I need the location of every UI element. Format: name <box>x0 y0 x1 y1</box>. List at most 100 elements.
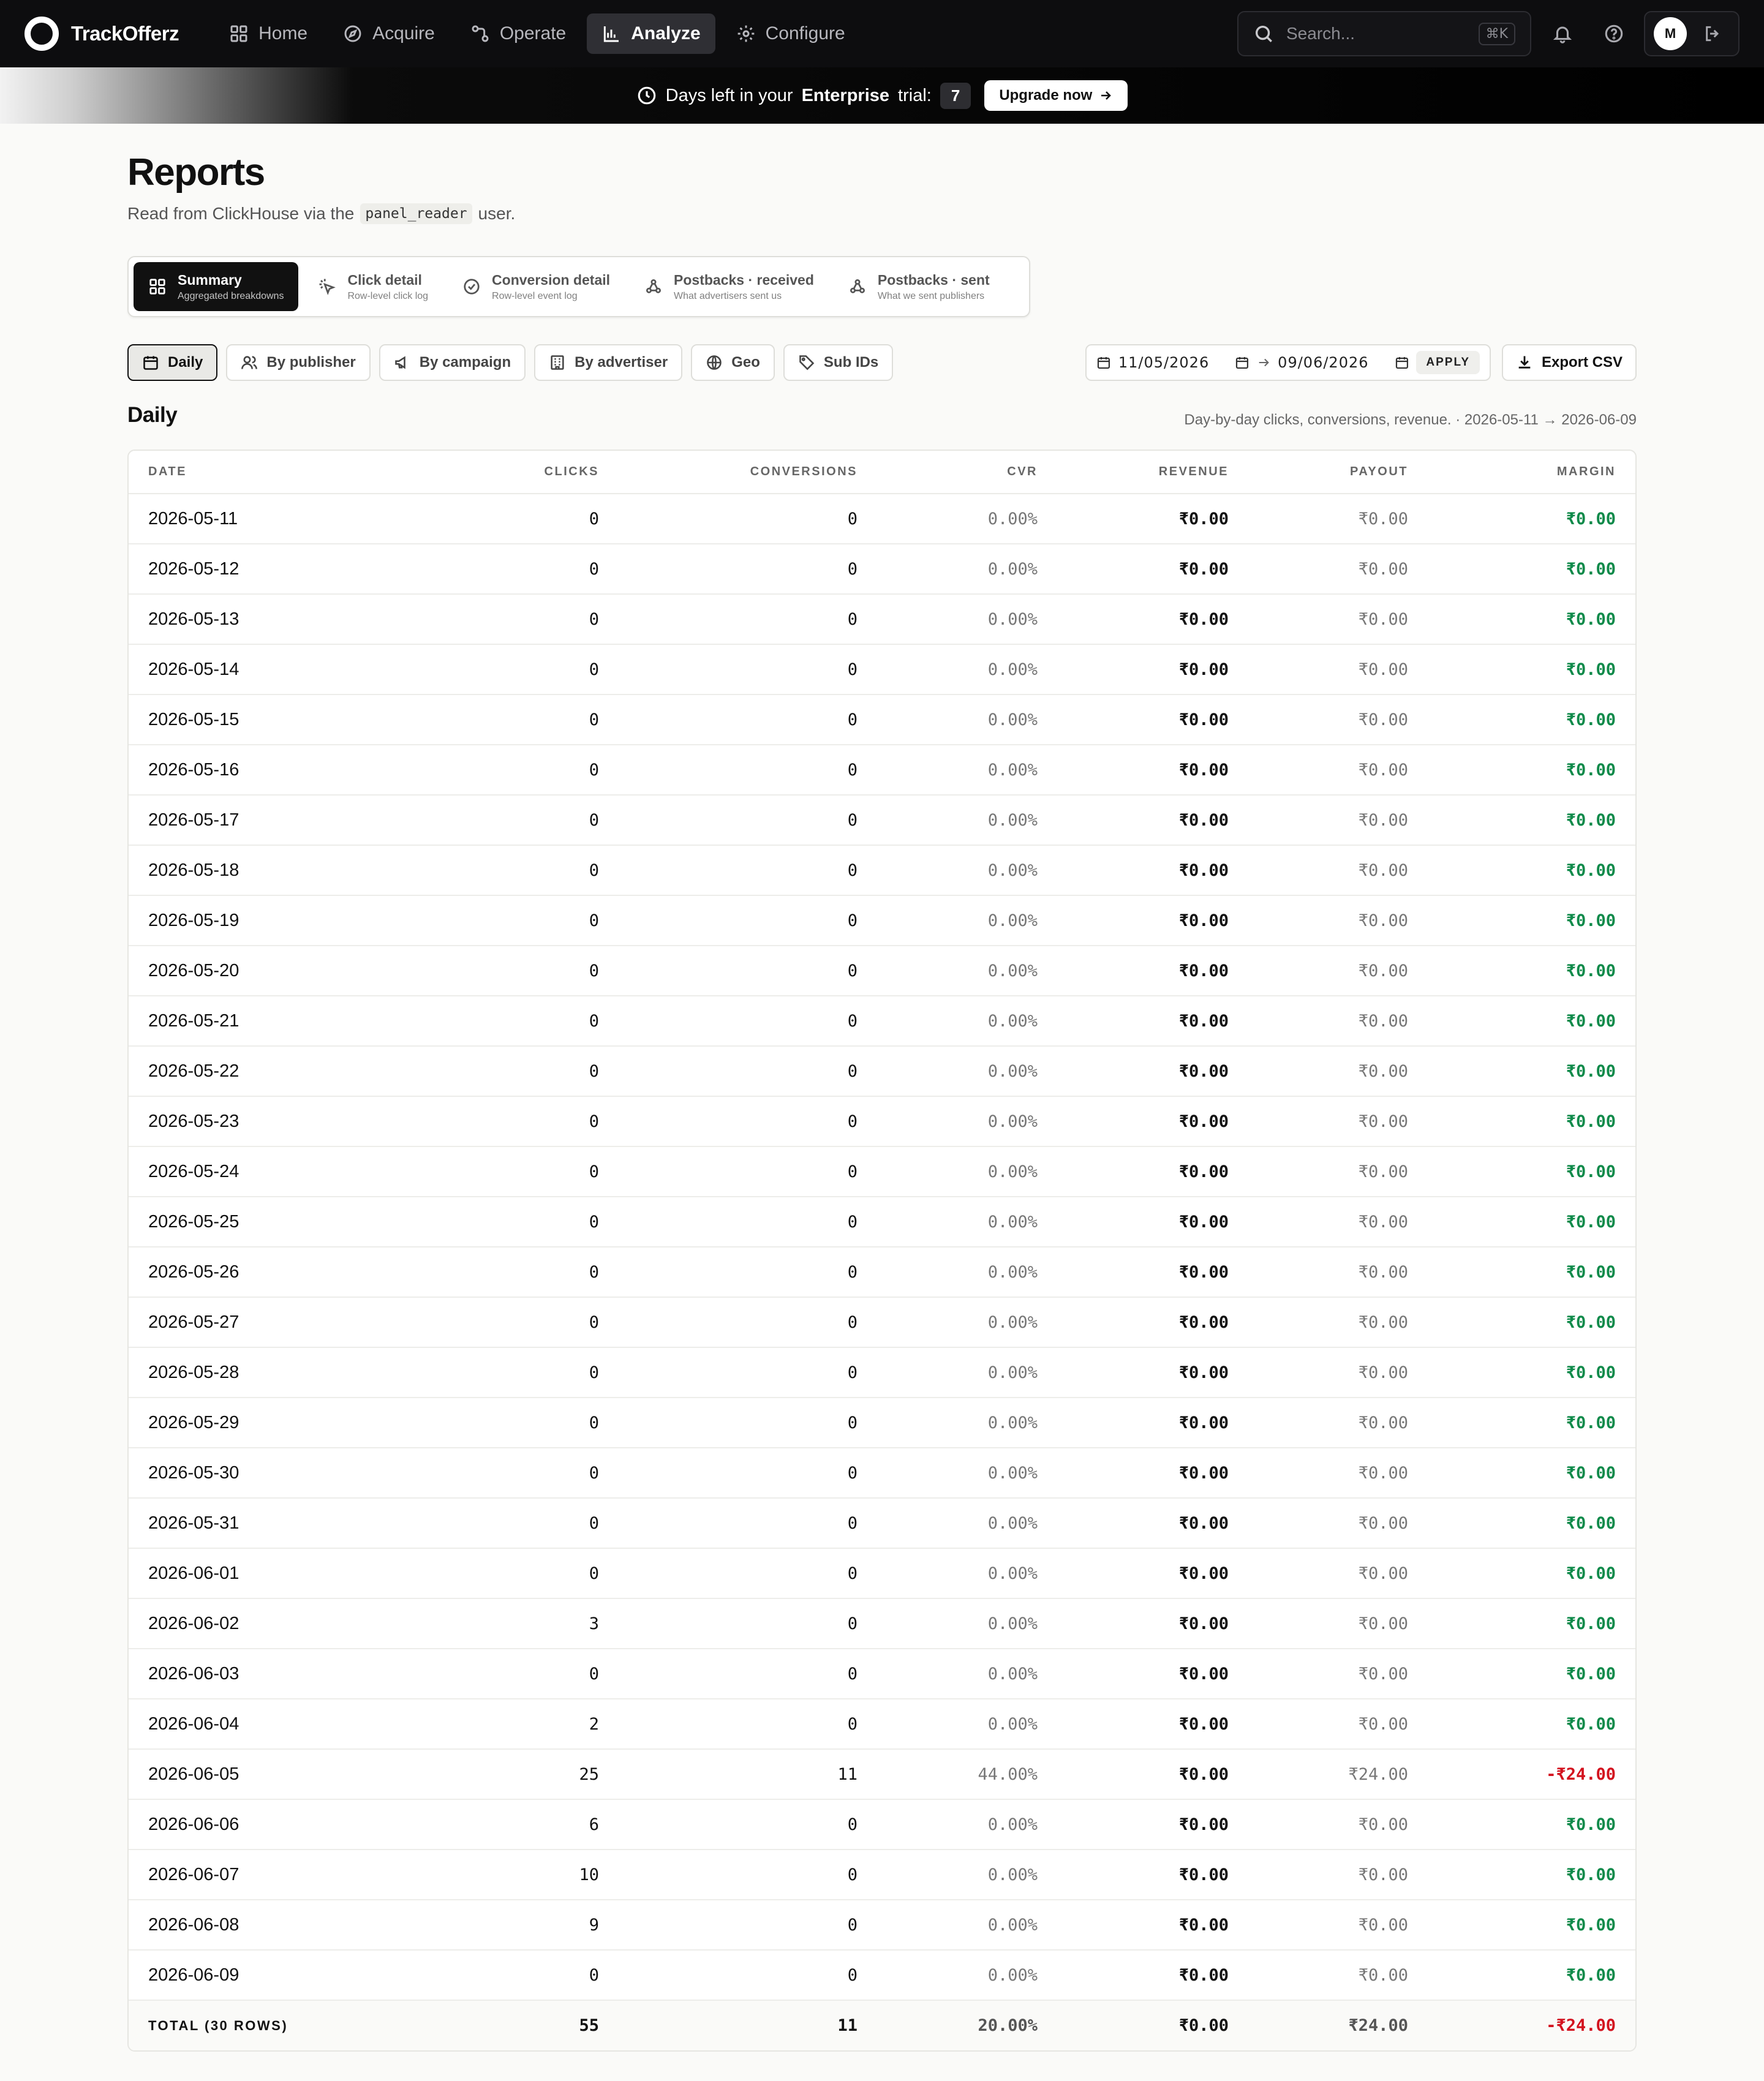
pill-by-publisher[interactable]: By publisher <box>226 344 371 381</box>
grid-icon <box>149 279 165 295</box>
cell-margin: ₹0.00 <box>1428 1900 1635 1951</box>
cell-date: 2026-06-01 <box>129 1548 374 1599</box>
table-row[interactable]: 2026-05-12 0 0 0.00% ₹0.00 ₹0.00 ₹0.00 <box>129 544 1635 595</box>
cell-date: 2026-05-25 <box>129 1197 374 1247</box>
table-row[interactable]: 2026-05-16 0 0 0.00% ₹0.00 ₹0.00 ₹0.00 <box>129 745 1635 796</box>
trial-banner: Days left in your Enterprise trial: 7 Up… <box>0 67 1764 124</box>
cell-clicks: 0 <box>374 1297 619 1348</box>
table-row[interactable]: 2026-05-24 0 0 0.00% ₹0.00 ₹0.00 ₹0.00 <box>129 1146 1635 1197</box>
cell-revenue: ₹0.00 <box>1057 946 1248 996</box>
table-row[interactable]: 2026-05-18 0 0 0.00% ₹0.00 ₹0.00 ₹0.00 <box>129 845 1635 896</box>
table-row[interactable]: 2026-05-29 0 0 0.00% ₹0.00 ₹0.00 ₹0.00 <box>129 1398 1635 1448</box>
cell-payout: ₹0.00 <box>1248 494 1428 544</box>
table-row[interactable]: 2026-05-17 0 0 0.00% ₹0.00 ₹0.00 ₹0.00 <box>129 795 1635 846</box>
cell-conversions: 0 <box>619 494 877 544</box>
table-row[interactable]: 2026-06-06 6 0 0.00% ₹0.00 ₹0.00 ₹0.00 <box>129 1799 1635 1850</box>
table-row[interactable]: 2026-05-28 0 0 0.00% ₹0.00 ₹0.00 ₹0.00 <box>129 1347 1635 1398</box>
nav-acquire[interactable]: Acquire <box>328 13 450 54</box>
total-label: TOTAL (30 ROWS) <box>129 2000 374 2050</box>
pill-by-advertiser-label: By advertiser <box>575 354 668 371</box>
table-row[interactable]: 2026-05-14 0 0 0.00% ₹0.00 ₹0.00 ₹0.00 <box>129 644 1635 695</box>
nav-configure[interactable]: Configure <box>722 13 860 54</box>
search-input[interactable]: Search... ⌘K <box>1237 11 1531 56</box>
column-header-conversions[interactable]: Conversions <box>619 451 877 494</box>
column-header-payout[interactable]: Payout <box>1248 451 1428 494</box>
pill-by-advertiser[interactable]: By advertiser <box>534 344 683 381</box>
cell-revenue: ₹0.00 <box>1057 1598 1248 1649</box>
calendar-picker-icon[interactable] <box>1235 355 1250 371</box>
cell-margin: ₹0.00 <box>1428 946 1635 996</box>
column-header-clicks[interactable]: Clicks <box>374 451 619 494</box>
cell-cvr: 44.00% <box>877 1749 1057 1800</box>
column-header-date[interactable]: Date <box>129 451 374 494</box>
tab-click-detail-desc: Row-level click log <box>347 290 429 301</box>
table-row[interactable]: 2026-05-23 0 0 0.00% ₹0.00 ₹0.00 ₹0.00 <box>129 1096 1635 1147</box>
table-row[interactable]: 2026-06-03 0 0 0.00% ₹0.00 ₹0.00 ₹0.00 <box>129 1649 1635 1699</box>
pill-by-campaign[interactable]: By campaign <box>379 344 526 381</box>
table-row[interactable]: 2026-05-11 0 0 0.00% ₹0.00 ₹0.00 ₹0.00 <box>129 494 1635 544</box>
nav-analyze[interactable]: Analyze <box>587 13 715 54</box>
table-row[interactable]: 2026-05-30 0 0 0.00% ₹0.00 ₹0.00 ₹0.00 <box>129 1448 1635 1499</box>
table-row[interactable]: 2026-06-02 3 0 0.00% ₹0.00 ₹0.00 ₹0.00 <box>129 1598 1635 1649</box>
cell-revenue: ₹0.00 <box>1057 845 1248 896</box>
cell-margin: ₹0.00 <box>1428 1850 1635 1900</box>
table-row[interactable]: 2026-05-15 0 0 0.00% ₹0.00 ₹0.00 ₹0.00 <box>129 694 1635 745</box>
cell-payout: ₹0.00 <box>1248 1699 1428 1750</box>
calendar-picker-icon[interactable] <box>1395 355 1409 371</box>
table-row[interactable]: 2026-06-05 25 11 44.00% ₹0.00 ₹24.00 -₹24.00 <box>129 1749 1635 1800</box>
tab-postbacks-sent[interactable]: Postbacks · sent What we sent publishers <box>834 262 1005 311</box>
pill-sub-ids[interactable]: Sub IDs <box>783 344 894 381</box>
table-row[interactable]: 2026-06-07 10 0 0.00% ₹0.00 ₹0.00 ₹0.00 <box>129 1850 1635 1900</box>
table-row[interactable]: 2026-06-09 0 0 0.00% ₹0.00 ₹0.00 ₹0.00 <box>129 1950 1635 2001</box>
table-row[interactable]: 2026-05-22 0 0 0.00% ₹0.00 ₹0.00 ₹0.00 <box>129 1046 1635 1097</box>
cell-margin: ₹0.00 <box>1428 1699 1635 1750</box>
tab-summary[interactable]: Summary Aggregated breakdowns <box>134 262 299 311</box>
table-row[interactable]: 2026-05-25 0 0 0.00% ₹0.00 ₹0.00 ₹0.00 <box>129 1197 1635 1247</box>
date-to-input[interactable]: 09/06/2026 <box>1278 354 1368 371</box>
cell-clicks: 0 <box>374 594 619 645</box>
column-header-margin[interactable]: Margin <box>1428 451 1635 494</box>
clock-icon <box>638 86 655 105</box>
column-header-cvr[interactable]: CVR <box>877 451 1057 494</box>
table-row[interactable]: 2026-05-27 0 0 0.00% ₹0.00 ₹0.00 ₹0.00 <box>129 1297 1635 1348</box>
cell-payout: ₹0.00 <box>1248 644 1428 695</box>
table-row[interactable]: 2026-06-01 0 0 0.00% ₹0.00 ₹0.00 ₹0.00 <box>129 1548 1635 1599</box>
tab-postbacks-sent-desc: What we sent publishers <box>877 290 985 301</box>
webhook-icon <box>646 279 662 293</box>
tab-postbacks-received[interactable]: Postbacks · received What advertisers se… <box>630 262 829 311</box>
avatar[interactable]: M <box>1654 17 1687 50</box>
user-menu[interactable]: M <box>1644 11 1740 56</box>
cell-cvr: 0.00% <box>877 795 1057 846</box>
brand[interactable]: TrackOfferz <box>24 17 179 51</box>
cell-cvr: 0.00% <box>877 544 1057 595</box>
column-header-revenue[interactable]: Revenue <box>1057 451 1248 494</box>
export-csv-button[interactable]: Export CSV <box>1502 344 1637 381</box>
apply-button[interactable]: APPLY <box>1416 351 1480 374</box>
cell-date: 2026-06-06 <box>129 1799 374 1850</box>
table-row[interactable]: 2026-05-19 0 0 0.00% ₹0.00 ₹0.00 ₹0.00 <box>129 895 1635 946</box>
notifications-button[interactable] <box>1547 18 1578 49</box>
date-from-input[interactable]: 11/05/2026 <box>1118 354 1209 371</box>
table-row[interactable]: 2026-05-21 0 0 0.00% ₹0.00 ₹0.00 ₹0.00 <box>129 996 1635 1047</box>
cell-date: 2026-05-20 <box>129 946 374 996</box>
tab-conversion-detail[interactable]: Conversion detail Row-level event log <box>448 262 625 311</box>
logout-icon[interactable] <box>1703 24 1722 43</box>
cell-margin: ₹0.00 <box>1428 1146 1635 1197</box>
cell-margin: ₹0.00 <box>1428 996 1635 1047</box>
table-row[interactable]: 2026-05-20 0 0 0.00% ₹0.00 ₹0.00 ₹0.00 <box>129 946 1635 996</box>
table-row[interactable]: 2026-06-04 2 0 0.00% ₹0.00 ₹0.00 ₹0.00 <box>129 1699 1635 1750</box>
table-row[interactable]: 2026-06-08 9 0 0.00% ₹0.00 ₹0.00 ₹0.00 <box>129 1900 1635 1951</box>
cell-cvr: 0.00% <box>877 1699 1057 1750</box>
total-cvr: 20.00% <box>877 2000 1057 2050</box>
tab-click-detail[interactable]: Click detail Row-level click log <box>303 262 443 311</box>
nav-home[interactable]: Home <box>214 13 322 54</box>
pill-geo[interactable]: Geo <box>691 344 775 381</box>
help-button[interactable] <box>1599 18 1629 49</box>
table-row[interactable]: 2026-05-13 0 0 0.00% ₹0.00 ₹0.00 ₹0.00 <box>129 594 1635 645</box>
upgrade-button[interactable]: Upgrade now <box>984 80 1128 111</box>
table-row[interactable]: 2026-05-31 0 0 0.00% ₹0.00 ₹0.00 ₹0.00 <box>129 1498 1635 1549</box>
nav-operate[interactable]: Operate <box>456 13 581 54</box>
table-row[interactable]: 2026-05-26 0 0 0.00% ₹0.00 ₹0.00 ₹0.00 <box>129 1247 1635 1298</box>
pill-daily[interactable]: Daily <box>127 344 218 381</box>
main-nav: Home Acquire Operate Analyze Configure <box>214 13 860 54</box>
